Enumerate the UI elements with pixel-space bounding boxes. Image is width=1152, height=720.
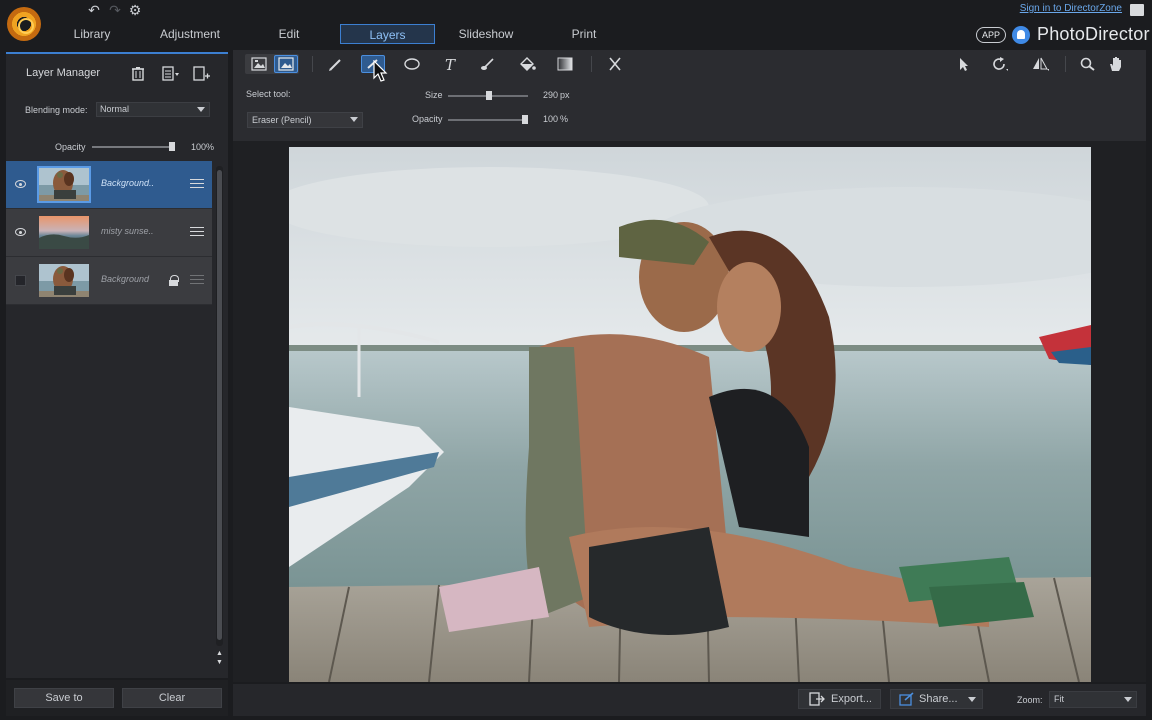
- blending-mode-label: Blending mode:: [25, 105, 88, 115]
- zoom-magnifier-icon[interactable]: [1076, 55, 1100, 73]
- brand-name: PhotoDirector: [1037, 24, 1150, 44]
- trash-icon[interactable]: [130, 66, 146, 82]
- scrollbar-thumb[interactable]: [217, 170, 222, 640]
- layer-name[interactable]: misty sunse..: [101, 226, 154, 236]
- close-tools-icon[interactable]: [603, 55, 627, 73]
- smudge-brush-icon[interactable]: [476, 55, 500, 73]
- layer-row[interactable]: Background..: [6, 161, 212, 209]
- size-value: 290 px: [543, 90, 570, 100]
- brush-opacity-slider-thumb[interactable]: [522, 115, 528, 124]
- layer-opacity-value: 100%: [191, 142, 215, 152]
- layer-opacity-slider-thumb[interactable]: [169, 142, 175, 151]
- add-layer-icon[interactable]: [193, 66, 210, 82]
- blending-mode-value: Normal: [100, 104, 130, 114]
- layer-thumbnail: [37, 166, 91, 203]
- app-badge[interactable]: APP: [976, 27, 1006, 43]
- tab-print[interactable]: Print: [560, 24, 608, 44]
- ellipse-tool-icon[interactable]: [400, 55, 424, 73]
- clear-button[interactable]: Clear: [122, 688, 222, 708]
- single-image-view-icon[interactable]: [274, 55, 298, 73]
- toolbar-divider: [591, 56, 592, 72]
- toolbar-divider: [1065, 56, 1066, 72]
- rotate-icon[interactable]: [987, 55, 1011, 73]
- size-label: Size: [425, 90, 443, 100]
- share-icon: [899, 692, 914, 706]
- layer-opacity-slider[interactable]: [92, 146, 174, 148]
- layer-opacity-label: Opacity: [55, 142, 86, 152]
- layer-list: Background.. misty sunse.. Background: [6, 161, 212, 305]
- tab-edit[interactable]: Edit: [266, 24, 312, 44]
- export-icon: [809, 692, 825, 706]
- size-slider-thumb[interactable]: [486, 91, 493, 100]
- layer-properties-icon: [190, 274, 204, 286]
- brush-opacity-slider[interactable]: [448, 119, 528, 121]
- layer-thumbnail: [37, 214, 91, 251]
- photo-canvas[interactable]: [289, 147, 1091, 682]
- share-button[interactable]: Share...: [890, 689, 983, 709]
- redo-icon[interactable]: ↷: [107, 2, 123, 18]
- brush-opacity-value: 100%: [543, 114, 569, 124]
- layer-properties-icon[interactable]: [190, 178, 204, 190]
- tool-type-value: Eraser (Pencil): [252, 115, 312, 125]
- tab-layers[interactable]: Layers: [340, 24, 435, 44]
- tool-type-dropdown[interactable]: Eraser (Pencil): [247, 112, 363, 128]
- brush-tool-icon[interactable]: [324, 55, 348, 73]
- layer-list-menu-icon[interactable]: [162, 66, 179, 82]
- select-arrow-icon[interactable]: [951, 55, 975, 73]
- directorzone-icon[interactable]: [1130, 4, 1144, 16]
- fill-bucket-icon[interactable]: [515, 55, 539, 73]
- layer-row[interactable]: misty sunse..: [6, 209, 212, 257]
- mouse-cursor-icon: [373, 60, 388, 82]
- title-bar: ↶ ↷ ⚙ Library Adjustment Edit Layers Sli…: [0, 0, 1152, 50]
- lock-icon[interactable]: [169, 275, 179, 286]
- panel-title: Layer Manager: [26, 67, 100, 79]
- layer-thumbnail: [37, 262, 91, 299]
- zoom-dropdown[interactable]: Fit: [1049, 691, 1137, 708]
- export-button[interactable]: Export...: [798, 689, 881, 709]
- layer-list-scrollbar[interactable]: [216, 166, 223, 646]
- canvas-area[interactable]: [233, 141, 1146, 682]
- select-tool-label: Select tool:: [246, 89, 291, 99]
- tab-library[interactable]: Library: [60, 24, 124, 44]
- layer-manager-footer: Save to Clear: [6, 680, 228, 716]
- visibility-checkbox[interactable]: [15, 275, 26, 286]
- eye-visibility-icon[interactable]: [15, 228, 26, 236]
- pan-hand-icon[interactable]: [1104, 55, 1128, 73]
- chevron-down-icon: [350, 117, 358, 122]
- layer-manager-panel: Layer Manager Blending mode: Normal Opac…: [6, 52, 228, 678]
- brush-opacity-label: Opacity: [412, 114, 443, 124]
- undo-icon[interactable]: ↶: [86, 2, 102, 18]
- chevron-down-icon: [1124, 697, 1132, 702]
- zoom-value: Fit: [1054, 694, 1064, 704]
- toolbar-divider: [312, 56, 313, 72]
- tab-adjustment[interactable]: Adjustment: [152, 24, 228, 44]
- save-to-button[interactable]: Save to: [14, 688, 114, 708]
- tab-slideshow[interactable]: Slideshow: [450, 24, 522, 44]
- sign-in-link[interactable]: Sign in to DirectorZone: [1020, 3, 1122, 14]
- layer-name[interactable]: Background: [101, 274, 149, 284]
- chevron-down-icon: [197, 107, 205, 112]
- layer-properties-icon[interactable]: [190, 226, 204, 238]
- gradient-tool-icon[interactable]: [553, 55, 577, 73]
- settings-gear-icon[interactable]: ⚙: [127, 2, 143, 18]
- bottom-bar: Export... Share... Zoom: Fit: [233, 684, 1146, 716]
- eye-visibility-icon[interactable]: [15, 180, 26, 188]
- layer-name[interactable]: Background..: [101, 178, 154, 188]
- flip-icon[interactable]: [1028, 55, 1052, 73]
- notification-bell-icon[interactable]: [1012, 26, 1030, 44]
- scroll-arrows-icon[interactable]: ▲ ▼: [216, 649, 223, 667]
- blending-mode-dropdown[interactable]: Normal: [96, 102, 210, 117]
- text-tool-icon[interactable]: T: [438, 55, 462, 74]
- layer-row[interactable]: Background: [6, 257, 212, 305]
- app-logo-icon[interactable]: [7, 7, 41, 41]
- tool-options-panel: T Select tool: Eraser (Pencil) Size 290 p…: [233, 50, 1146, 141]
- chevron-down-icon[interactable]: [968, 697, 976, 702]
- zoom-label: Zoom:: [1017, 695, 1043, 705]
- multi-image-view-icon[interactable]: [247, 55, 271, 73]
- svg-text:T: T: [445, 56, 456, 73]
